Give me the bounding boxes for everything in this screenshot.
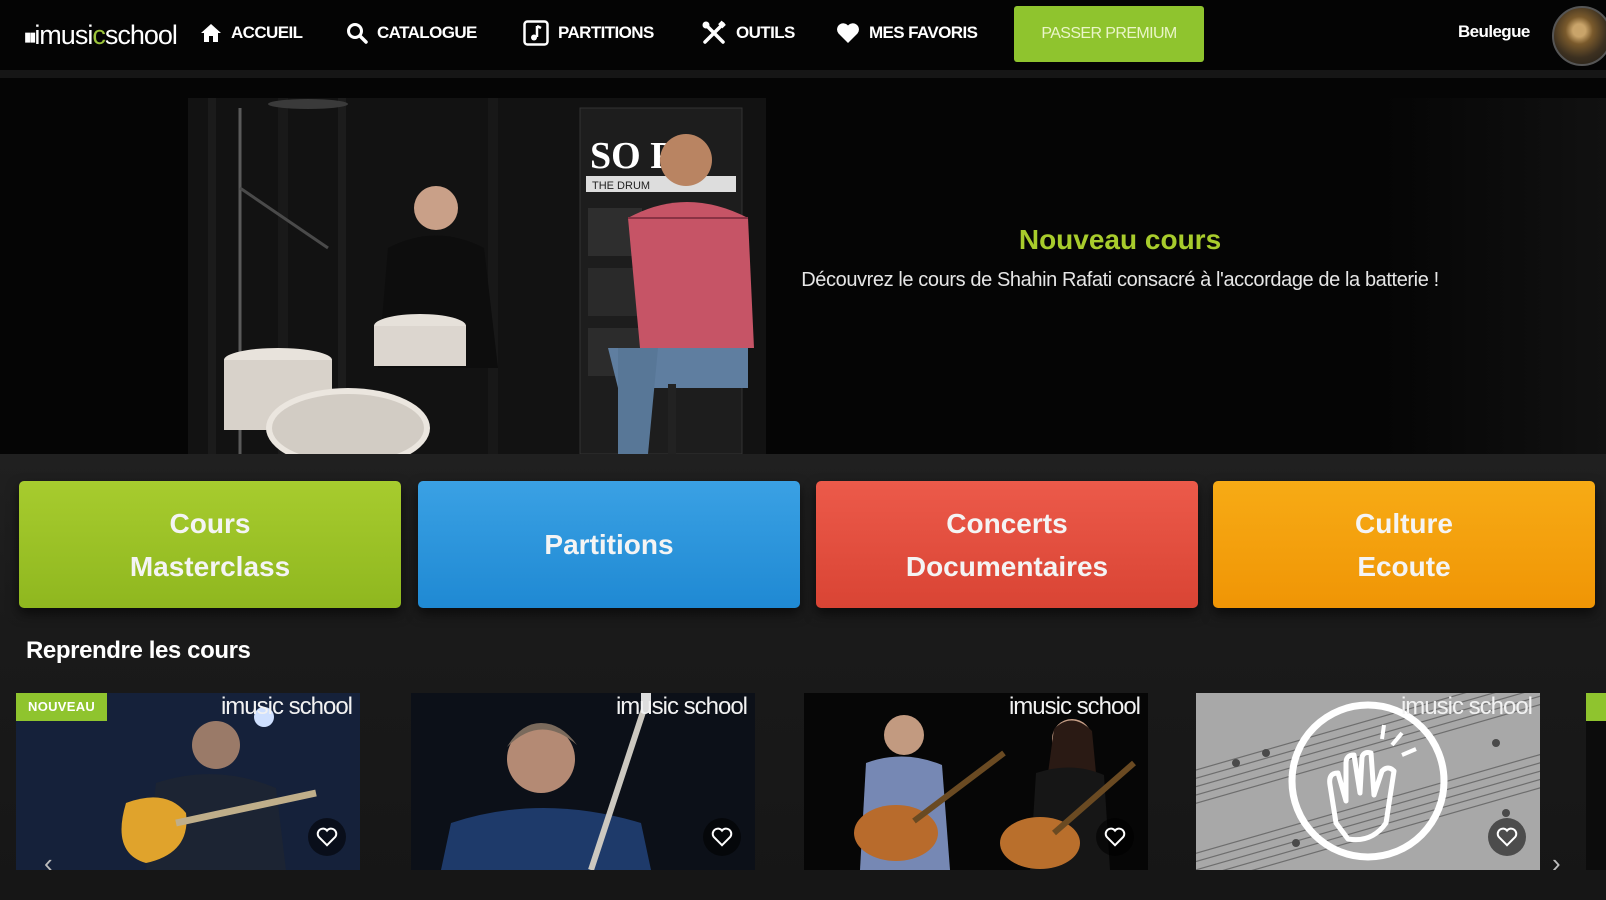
logo-bars-icon: ▮▮ bbox=[24, 28, 36, 44]
nav-partitions[interactable]: PARTITIONS bbox=[523, 0, 654, 66]
favorite-button[interactable] bbox=[1096, 818, 1134, 856]
heart-outline-icon bbox=[711, 827, 733, 847]
card-watermark: imusic school bbox=[615, 693, 748, 720]
category-partitions[interactable]: Partitions bbox=[418, 481, 800, 608]
course-card[interactable]: imusic school bbox=[804, 693, 1148, 870]
avatar[interactable] bbox=[1552, 6, 1606, 66]
nav-label: OUTILS bbox=[736, 23, 795, 42]
course-card[interactable]: NOUVEAU imusic school bbox=[16, 693, 360, 870]
carousel-next-icon[interactable]: › bbox=[1552, 848, 1561, 879]
hero-image: SO R THE DRUM bbox=[188, 98, 766, 454]
nav-label: CATALOGUE bbox=[377, 23, 477, 42]
section-title-reprendre: Reprendre les cours bbox=[26, 637, 251, 664]
card-watermark: imusic school bbox=[1008, 693, 1141, 720]
search-icon bbox=[346, 22, 368, 44]
card-watermark: imusic school bbox=[220, 693, 353, 720]
music-note-icon bbox=[523, 20, 549, 46]
nav-mes-favoris[interactable]: MES FAVORIS bbox=[836, 0, 978, 66]
course-card[interactable]: imusic school bbox=[1196, 693, 1540, 870]
hero-description: Découvrez le cours de Shahin Rafati cons… bbox=[801, 269, 1439, 291]
category-cours-masterclass[interactable]: Cours Masterclass bbox=[19, 481, 401, 608]
carousel-prev-icon[interactable]: ‹ bbox=[44, 848, 53, 879]
course-card-partial[interactable] bbox=[1586, 693, 1606, 870]
new-badge: NOUVEAU bbox=[16, 693, 108, 721]
banner-subtext: THE DRUM bbox=[592, 180, 650, 192]
favorite-button[interactable] bbox=[703, 818, 741, 856]
favorite-button[interactable] bbox=[308, 818, 346, 856]
course-card[interactable]: imusic school bbox=[411, 693, 755, 870]
nav-accueil[interactable]: ACCUEIL bbox=[200, 0, 303, 66]
tools-icon bbox=[701, 20, 727, 46]
heart-icon bbox=[836, 22, 860, 44]
nav-catalogue[interactable]: CATALOGUE bbox=[346, 0, 477, 66]
nav-label: PARTITIONS bbox=[558, 23, 654, 42]
heart-outline-icon bbox=[1496, 827, 1518, 847]
nav-outils[interactable]: OUTILS bbox=[701, 0, 795, 66]
card-watermark: imusic school bbox=[1400, 693, 1533, 720]
category-concerts-documentaires[interactable]: Concerts Documentaires bbox=[816, 481, 1198, 608]
nav-label: ACCUEIL bbox=[231, 23, 303, 42]
logo-text-end: school bbox=[104, 20, 178, 50]
home-icon bbox=[200, 23, 222, 43]
heart-outline-icon bbox=[1104, 827, 1126, 847]
logo-accent: c bbox=[92, 20, 105, 50]
favorite-button[interactable] bbox=[1488, 818, 1526, 856]
passer-premium-button[interactable]: PASSER PREMIUM bbox=[1014, 6, 1204, 62]
top-navigation-bar: ▮▮imusicschool ACCUEIL CATALOGUE PARTITI… bbox=[0, 0, 1606, 70]
username[interactable]: Beulegue bbox=[1458, 22, 1530, 42]
category-culture-ecoute[interactable]: Culture Ecoute bbox=[1213, 481, 1595, 608]
heart-outline-icon bbox=[316, 827, 338, 847]
new-badge-partial bbox=[1586, 693, 1606, 721]
imusic-school-logo[interactable]: ▮▮imusicschool bbox=[24, 20, 178, 51]
logo-text: imusi bbox=[34, 20, 93, 50]
hero-title: Nouveau cours bbox=[1018, 224, 1222, 255]
hero-banner[interactable]: SO R THE DRUM Nouveau cours Découvrez le… bbox=[0, 78, 1606, 454]
nav-label: MES FAVORIS bbox=[869, 23, 978, 42]
